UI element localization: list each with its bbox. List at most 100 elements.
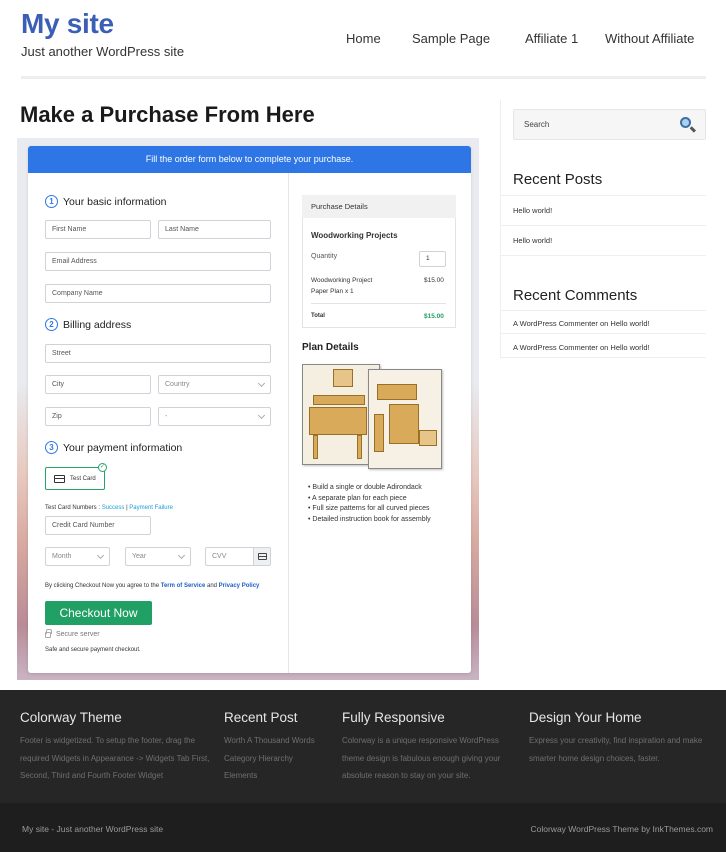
footer-site-credit[interactable]: My site - Just another WordPress site bbox=[22, 824, 163, 834]
month-select[interactable]: Month bbox=[45, 547, 110, 566]
step-number-1: 1 bbox=[45, 195, 58, 208]
plan-feature: Full size patterns for all curved pieces bbox=[308, 504, 458, 515]
chevron-down-icon bbox=[177, 551, 186, 560]
step-number-2: 2 bbox=[45, 318, 58, 331]
footer-recent-post-link[interactable]: Elements bbox=[224, 767, 257, 785]
nav-home[interactable]: Home bbox=[346, 31, 381, 46]
footer-col2-title: Recent Post bbox=[224, 710, 298, 725]
test-card-numbers: Test Card Numbers : Success | Payment Fa… bbox=[45, 505, 173, 511]
widget-divider bbox=[501, 255, 706, 256]
site-tagline: Just another WordPress site bbox=[21, 44, 185, 59]
step-billing-address: 2 Billing address bbox=[45, 318, 131, 331]
terms-agreement: By clicking Checkout Now you agree to th… bbox=[45, 583, 259, 589]
total-value: $15.00 bbox=[424, 313, 444, 320]
search-input[interactable]: Search bbox=[513, 109, 706, 140]
line-item-price: $15.00 bbox=[424, 277, 444, 284]
year-select-value: Year bbox=[132, 553, 147, 560]
plan-details-title: Plan Details bbox=[302, 342, 359, 353]
widget-divider bbox=[501, 225, 706, 226]
card-number-field[interactable]: Credit Card Number bbox=[45, 516, 151, 535]
country-select-value: Country bbox=[165, 381, 190, 388]
agree-text: By clicking Checkout Now you agree to th… bbox=[45, 583, 160, 589]
widget-divider bbox=[501, 333, 706, 334]
footer-col1-title: Colorway Theme bbox=[20, 710, 122, 725]
chevron-down-icon bbox=[96, 551, 105, 560]
form-column-divider bbox=[288, 173, 289, 673]
form-banner: Fill the order form below to complete yo… bbox=[28, 146, 471, 173]
test-card-numbers-label: Test Card Numbers : bbox=[45, 505, 101, 511]
line-item-name: Woodworking Project bbox=[311, 277, 373, 284]
lock-icon bbox=[45, 629, 52, 638]
privacy-policy-link[interactable]: Privacy Policy bbox=[219, 583, 260, 589]
plan-features-list: Build a single or double Adirondack A se… bbox=[308, 483, 458, 525]
total-label: Total bbox=[311, 313, 325, 319]
street-field[interactable]: Street bbox=[45, 344, 271, 363]
country-select[interactable]: Country bbox=[158, 375, 271, 394]
zip-field[interactable]: Zip bbox=[45, 407, 151, 426]
line-item-detail: Paper Plan x 1 bbox=[311, 288, 354, 295]
recent-comment-link[interactable]: A WordPress Commenter on Hello world! bbox=[513, 343, 650, 352]
recent-comments-title: Recent Comments bbox=[513, 287, 638, 304]
plan-feature: Detailed instruction book for assembly bbox=[308, 515, 458, 526]
plan-feature: A separate plan for each piece bbox=[308, 494, 458, 505]
state-select-value: - bbox=[165, 413, 168, 420]
purchase-divider bbox=[311, 303, 446, 304]
search-icon[interactable] bbox=[680, 117, 691, 128]
footer-recent-post-link[interactable]: Worth A Thousand Words bbox=[224, 732, 315, 750]
recent-post-link[interactable]: Hello world! bbox=[513, 206, 552, 215]
secure-server-label: Secure server bbox=[56, 631, 100, 638]
cvv-field[interactable]: CVV bbox=[205, 547, 271, 566]
terms-of-service-link[interactable]: Term of Service bbox=[161, 583, 206, 589]
check-icon: ✓ bbox=[98, 463, 107, 472]
chevron-down-icon bbox=[257, 379, 266, 388]
and-text: and bbox=[206, 583, 217, 589]
footer-recent-post-link[interactable]: Category Hierarchy bbox=[224, 750, 293, 768]
recent-comment-link[interactable]: A WordPress Commenter on Hello world! bbox=[513, 319, 650, 328]
year-select[interactable]: Year bbox=[125, 547, 191, 566]
footer-col4-text: Express your creativity, find inspiratio… bbox=[529, 736, 703, 763]
payment-method-test-card[interactable]: Test Card bbox=[45, 467, 105, 490]
nav-sample-page[interactable]: Sample Page bbox=[412, 31, 490, 46]
widget-divider bbox=[501, 310, 706, 311]
quantity-input[interactable]: 1 bbox=[419, 251, 446, 267]
site-title[interactable]: My site bbox=[21, 8, 114, 40]
step-basic-info: 1 Your basic information bbox=[45, 195, 167, 208]
last-name-field[interactable]: Last Name bbox=[158, 220, 271, 239]
checkout-now-button[interactable]: Checkout Now bbox=[45, 601, 152, 625]
product-name: Woodworking Projects bbox=[311, 231, 398, 240]
plan-image-desk bbox=[368, 369, 442, 469]
safe-checkout-text: Safe and secure payment checkout. bbox=[45, 647, 141, 653]
test-success-link[interactable]: Success bbox=[102, 505, 125, 511]
city-field[interactable]: City bbox=[45, 375, 151, 394]
header-divider bbox=[21, 76, 706, 79]
step-label: Your basic information bbox=[63, 195, 167, 208]
step-label: Your payment information bbox=[63, 441, 183, 454]
company-field[interactable]: Company Name bbox=[45, 284, 271, 303]
footer-col4-title: Design Your Home bbox=[529, 710, 642, 725]
first-name-field[interactable]: First Name bbox=[45, 220, 151, 239]
step-label: Billing address bbox=[63, 318, 132, 331]
widget-divider bbox=[501, 195, 706, 196]
email-field[interactable]: Email Address bbox=[45, 252, 271, 271]
page-title: Make a Purchase From Here bbox=[20, 102, 315, 127]
credit-card-icon bbox=[54, 474, 65, 483]
card-icon bbox=[253, 548, 270, 565]
payment-method-label: Test Card bbox=[70, 475, 96, 482]
widget-divider bbox=[501, 357, 706, 358]
footer-col1-text: Footer is widgetized. To setup the foote… bbox=[20, 736, 210, 780]
quantity-label: Quantity bbox=[311, 253, 338, 260]
step-number-3: 3 bbox=[45, 441, 58, 454]
recent-post-link[interactable]: Hello world! bbox=[513, 236, 552, 245]
nav-without-affiliate[interactable]: Without Affiliate bbox=[605, 31, 694, 46]
chevron-down-icon bbox=[257, 411, 266, 420]
separator: | bbox=[126, 505, 128, 511]
nav-affiliate-1[interactable]: Affiliate 1 bbox=[525, 31, 578, 46]
footer-theme-credit[interactable]: Colorway WordPress Theme by InkThemes.co… bbox=[531, 824, 714, 834]
test-failure-link[interactable]: Payment Failure bbox=[129, 505, 173, 511]
sidebar-divider bbox=[500, 100, 501, 358]
step-payment-info: 3 Your payment information bbox=[45, 441, 182, 454]
purchase-details-header: Purchase Details bbox=[302, 195, 456, 218]
plan-feature: Build a single or double Adirondack bbox=[308, 483, 458, 494]
state-select[interactable]: - bbox=[158, 407, 271, 426]
footer-col3-text: Colorway is a unique responsive WordPres… bbox=[342, 736, 501, 780]
